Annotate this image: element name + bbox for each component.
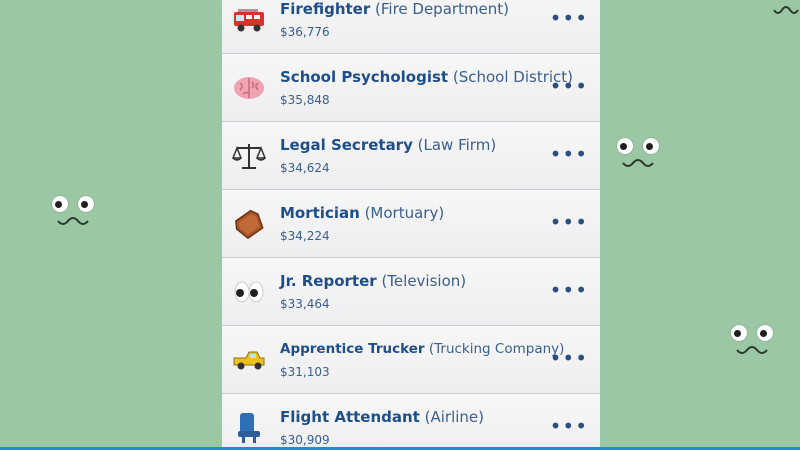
employer: (Mortuary) [364, 204, 445, 222]
wavy-mouth-icon [57, 217, 89, 225]
brain-icon [232, 71, 266, 105]
employer: (Trucking Company) [428, 341, 565, 357]
more-options-button[interactable]: ••• [550, 280, 588, 300]
job-title: Firefighter (Fire Department) [280, 0, 509, 18]
eyes-icon [232, 275, 266, 309]
eye-icon [757, 325, 773, 341]
wavy-mouth-icon [773, 6, 799, 14]
more-options-button[interactable]: ••• [550, 8, 588, 28]
job-title: Jr. Reporter (Television) [280, 272, 466, 290]
eye-icon [78, 196, 94, 212]
list-item[interactable]: Flight Attendant (Airline) $30,909 ••• [222, 394, 600, 450]
more-options-button[interactable]: ••• [550, 416, 588, 436]
more-options-button[interactable]: ••• [550, 348, 588, 368]
job-list: Firefighter (Fire Department) $36,776 ••… [222, 0, 600, 450]
salary: $30,909 [280, 433, 330, 447]
salary: $34,624 [280, 161, 330, 175]
wavy-mouth-icon [736, 346, 768, 354]
list-item[interactable]: Legal Secretary (Law Firm) $34,624 ••• [222, 122, 600, 190]
job-title: Apprentice Trucker (Trucking Company) [280, 341, 564, 357]
employer: (Fire Department) [375, 0, 510, 18]
job-name: Jr. Reporter [280, 272, 377, 290]
job-name: School Psychologist [280, 68, 449, 86]
coffin-icon [232, 207, 266, 241]
job-name: Firefighter [280, 0, 371, 18]
list-item[interactable]: Jr. Reporter (Television) $33,464 ••• [222, 258, 600, 326]
job-name: Legal Secretary [280, 136, 413, 154]
pickup-truck-icon [232, 343, 266, 377]
job-title: Flight Attendant (Airline) [280, 408, 484, 426]
airplane-seat-icon [232, 411, 266, 445]
googly-eyes-decoration [52, 196, 112, 246]
fire-truck-icon [232, 3, 266, 37]
employer: (Law Firm) [417, 136, 497, 154]
employer: (Television) [381, 272, 467, 290]
more-options-button[interactable]: ••• [550, 212, 588, 232]
employer: (Airline) [424, 408, 485, 426]
eye-icon [52, 196, 68, 212]
salary: $35,848 [280, 93, 330, 107]
job-title: Mortician (Mortuary) [280, 204, 444, 222]
googly-eyes-decoration [731, 325, 791, 375]
list-item[interactable]: School Psychologist (School District) $3… [222, 54, 600, 122]
eye-icon [617, 138, 633, 154]
more-options-button[interactable]: ••• [550, 76, 588, 96]
list-item[interactable]: Apprentice Trucker (Trucking Company) $3… [222, 326, 600, 394]
job-title: School Psychologist (School District) [280, 68, 573, 86]
more-options-button[interactable]: ••• [550, 144, 588, 164]
googly-eyes-decoration [617, 138, 677, 188]
eye-icon [731, 325, 747, 341]
wavy-mouth-icon [622, 159, 654, 167]
job-title: Legal Secretary (Law Firm) [280, 136, 496, 154]
job-name: Flight Attendant [280, 408, 420, 426]
scales-icon [232, 139, 266, 173]
job-name: Apprentice Trucker [280, 341, 425, 357]
salary: $36,776 [280, 25, 330, 39]
list-item[interactable]: Mortician (Mortuary) $34,224 ••• [222, 190, 600, 258]
job-name: Mortician [280, 204, 360, 222]
salary: $31,103 [280, 365, 330, 379]
salary: $33,464 [280, 297, 330, 311]
salary: $34,224 [280, 229, 330, 243]
eye-icon [643, 138, 659, 154]
list-item[interactable]: Firefighter (Fire Department) $36,776 ••… [222, 0, 600, 54]
